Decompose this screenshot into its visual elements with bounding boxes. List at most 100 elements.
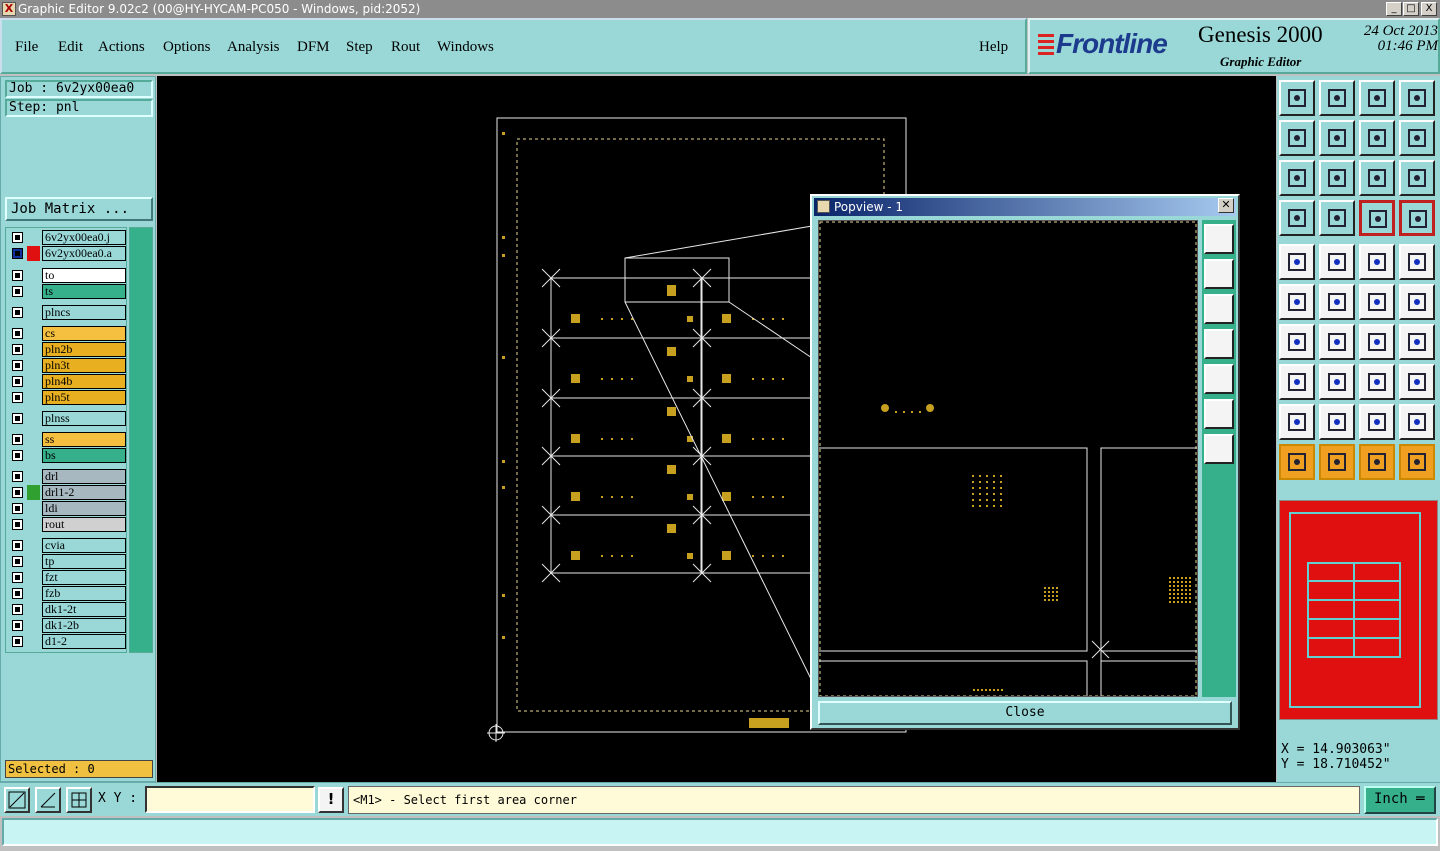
grid-snap-icon[interactable] <box>66 787 92 813</box>
home-up-icon[interactable] <box>1279 80 1315 116</box>
snap-icon[interactable] <box>1399 120 1435 156</box>
popview-close-button[interactable]: Close <box>818 701 1232 725</box>
layer-name[interactable]: to <box>42 268 126 283</box>
layer-row[interactable]: cvia <box>8 538 126 553</box>
select-box-icon[interactable] <box>1319 444 1355 480</box>
layers-compare-icon[interactable] <box>1399 200 1435 236</box>
layer-checkbox[interactable] <box>12 636 23 647</box>
route-icon[interactable] <box>1399 444 1435 480</box>
layer-name[interactable]: drl1-2 <box>42 485 126 500</box>
fit-all-icon[interactable] <box>1279 160 1315 196</box>
help-icon[interactable] <box>1399 160 1435 196</box>
layer-checkbox[interactable] <box>12 434 23 445</box>
layer-name[interactable]: ts <box>42 284 126 299</box>
layer-row[interactable]: ts <box>8 284 126 299</box>
pan-right-icon[interactable] <box>1319 120 1355 156</box>
xy-input[interactable] <box>145 786 315 813</box>
surface2-icon[interactable] <box>1359 404 1395 440</box>
layer-name[interactable]: pln5t <box>42 390 126 405</box>
layer-row[interactable]: d1-2 <box>8 634 126 649</box>
layer-name[interactable]: drl <box>42 469 126 484</box>
window-split-icon[interactable] <box>1399 80 1435 116</box>
close-window-button[interactable]: X <box>1421 2 1437 16</box>
layer-name[interactable]: plnss <box>42 411 126 426</box>
add-pad-icon[interactable] <box>1279 244 1315 280</box>
layer-checkbox[interactable] <box>12 588 23 599</box>
menu-step[interactable]: Step <box>346 39 373 56</box>
slope-line-icon[interactable] <box>1319 324 1355 360</box>
layer-checkbox[interactable] <box>12 328 23 339</box>
layer-name[interactable]: 6v2yx00ea0.a <box>42 246 126 261</box>
layer-checkbox[interactable] <box>12 450 23 461</box>
connect-icon[interactable] <box>1279 284 1315 320</box>
layer-row[interactable]: fzb <box>8 586 126 601</box>
alert-button[interactable]: ! <box>318 787 344 813</box>
layer-checkbox[interactable] <box>12 620 23 631</box>
layer-name[interactable]: plncs <box>42 305 126 320</box>
layer-checkbox[interactable] <box>12 503 23 514</box>
layer-row[interactable]: drl <box>8 469 126 484</box>
layer-checkbox[interactable] <box>12 376 23 387</box>
layer-checkbox[interactable] <box>12 307 23 318</box>
pan-left-icon[interactable] <box>1279 120 1315 156</box>
layer-checkbox[interactable] <box>12 344 23 355</box>
move-pad-icon[interactable] <box>1359 284 1395 320</box>
layer-checkbox[interactable] <box>12 286 23 297</box>
minimize-button[interactable]: _ <box>1386 2 1402 16</box>
surface-icon[interactable] <box>1319 404 1355 440</box>
menu-rout[interactable]: Rout <box>391 39 420 56</box>
ruler-icon[interactable] <box>1359 244 1395 280</box>
layer-checkbox[interactable] <box>12 540 23 551</box>
layer-name[interactable]: cvia <box>42 538 126 553</box>
layer-name[interactable]: ss <box>42 432 126 447</box>
layer-row[interactable]: 6v2yx00ea0.j <box>8 230 126 245</box>
layer-row[interactable]: dk1-2b <box>8 618 126 633</box>
popview-zoom-out-icon[interactable] <box>1204 434 1234 464</box>
scale-1-2-icon[interactable] <box>1359 160 1395 196</box>
layer-row[interactable]: tp <box>8 554 126 569</box>
fill-icon[interactable] <box>1399 324 1435 360</box>
layer-name[interactable]: tp <box>42 554 126 569</box>
units-selector[interactable]: Inch ═ <box>1364 786 1436 814</box>
menu-help[interactable]: Help <box>979 39 1008 56</box>
layer-checkbox[interactable] <box>12 572 23 583</box>
layer-checkbox[interactable] <box>12 248 23 259</box>
layer-row[interactable]: pln2b <box>8 342 126 357</box>
layer-checkbox[interactable] <box>12 471 23 482</box>
surface3-icon[interactable] <box>1399 404 1435 440</box>
layer-name[interactable]: dk1-2b <box>42 618 126 633</box>
popview-pan-up-icon[interactable] <box>1204 259 1234 289</box>
center-icon[interactable] <box>1319 160 1355 196</box>
layer-checkbox[interactable] <box>12 392 23 403</box>
minus-line-icon[interactable] <box>1319 364 1355 400</box>
layer-checkbox[interactable] <box>12 519 23 530</box>
menu-actions[interactable]: Actions <box>98 39 145 56</box>
layer-name[interactable]: ldi <box>42 501 126 516</box>
job-matrix-button[interactable]: Job Matrix ... <box>5 197 153 221</box>
popview-zoom-in-icon[interactable] <box>1204 399 1234 429</box>
layer-checkbox[interactable] <box>12 270 23 281</box>
layer-name[interactable]: cs <box>42 326 126 341</box>
layer-name[interactable]: fzb <box>42 586 126 601</box>
layer-name[interactable]: pln3t <box>42 358 126 373</box>
menu-options[interactable]: Options <box>163 39 211 56</box>
tools-icon[interactable] <box>1279 200 1315 236</box>
layer-row[interactable]: pln3t <box>8 358 126 373</box>
layer-row[interactable]: pln5t <box>8 390 126 405</box>
layer-row[interactable]: pln4b <box>8 374 126 389</box>
layer-checkbox[interactable] <box>12 360 23 371</box>
layer-row[interactable]: dk1-2t <box>8 602 126 617</box>
menu-analysis[interactable]: Analysis <box>227 39 280 56</box>
cross-icon[interactable] <box>1319 284 1355 320</box>
layer-row[interactable]: ss <box>8 432 126 447</box>
select-arrow2-icon[interactable] <box>1359 444 1395 480</box>
layer-row[interactable]: drl1-2 <box>8 485 126 500</box>
popview-zoom-window-icon[interactable] <box>1204 224 1234 254</box>
layer-row[interactable]: 6v2yx00ea0.a <box>8 246 126 261</box>
layer-name[interactable]: fzt <box>42 570 126 585</box>
layer-checkbox[interactable] <box>12 487 23 498</box>
angle-line-icon[interactable] <box>1279 324 1315 360</box>
layer-row[interactable]: rout <box>8 517 126 532</box>
layers-red-icon[interactable] <box>1359 200 1395 236</box>
layer-row[interactable]: plnss <box>8 411 126 426</box>
